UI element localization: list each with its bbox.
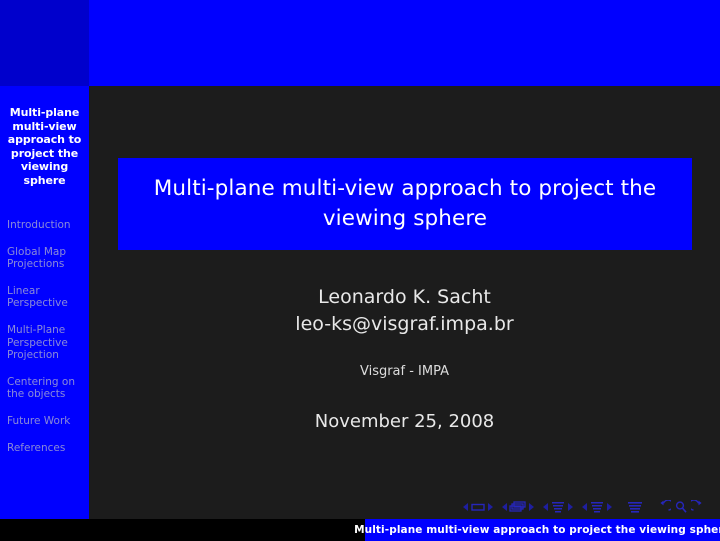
nav-group-subsection [542,500,574,514]
header-band-left [0,0,89,86]
page-title: Multi-plane multi-view approach to proje… [153,176,657,231]
nav-group-slide [462,501,494,513]
author-email: leo-ks@visgraf.impa.br [295,313,514,335]
frame-icon[interactable] [509,500,527,514]
sidebar-item-global-map-projections[interactable]: Global Map Projections [0,246,89,271]
section-icon[interactable] [589,500,605,514]
header-band-right [89,0,720,86]
subsection-icon[interactable] [550,500,566,514]
sidebar-item-linear-perspective[interactable]: Linear Perspective [0,285,89,310]
sidebar-item-multi-plane-perspective-projection[interactable]: Multi-Plane Perspective Projection [0,324,89,362]
nav-group-section [581,500,613,514]
title-box: Multi-plane multi-view approach to proje… [118,158,692,250]
institute-name: Visgraf - IMPA [359,364,450,379]
slide-next-icon[interactable] [486,501,494,513]
footer-bar: Multi-plane multi-view approach to proje… [354,519,720,541]
subsection-prev-icon[interactable] [542,501,550,513]
slide-icon[interactable] [470,501,486,513]
sidebar-item-centering-on-the-objects[interactable]: Centering on the objects [0,376,89,401]
slide-body: Multi-plane multi-view approach to proje… [89,86,720,519]
sidebar: Multi-plane multi-view approach to proje… [0,86,89,519]
sidebar-navigation: Introduction Global Map Projections Line… [0,219,89,454]
back-icon[interactable] [657,500,671,514]
sidebar-presentation-title: Multi-plane multi-view approach to proje… [7,106,82,187]
nav-group-history [657,500,705,514]
forward-icon[interactable] [691,500,705,514]
beamer-navigation-symbols [462,497,714,517]
presentation-slide: Multi-plane multi-view approach to proje… [0,0,720,541]
find-icon[interactable] [674,500,688,514]
sidebar-item-references[interactable]: References [0,442,89,455]
nav-group-presentation [627,500,643,514]
section-prev-icon[interactable] [581,501,589,513]
author-block: Leonardo K. Sacht leo-ks@visgraf.impa.br… [89,284,720,435]
nav-group-frame [501,500,535,514]
sidebar-item-introduction[interactable]: Introduction [0,219,89,232]
footer-title: Multi-plane multi-view approach to proje… [354,524,720,536]
slide-prev-icon[interactable] [462,501,470,513]
frame-prev-icon[interactable] [501,501,509,513]
frame-next-icon[interactable] [527,501,535,513]
presentation-icon[interactable] [627,500,643,514]
section-next-icon[interactable] [605,501,613,513]
presentation-date: November 25, 2008 [314,411,495,432]
sidebar-item-future-work[interactable]: Future Work [0,415,89,428]
author-name: Leonardo K. Sacht [318,286,491,308]
subsection-next-icon[interactable] [566,501,574,513]
